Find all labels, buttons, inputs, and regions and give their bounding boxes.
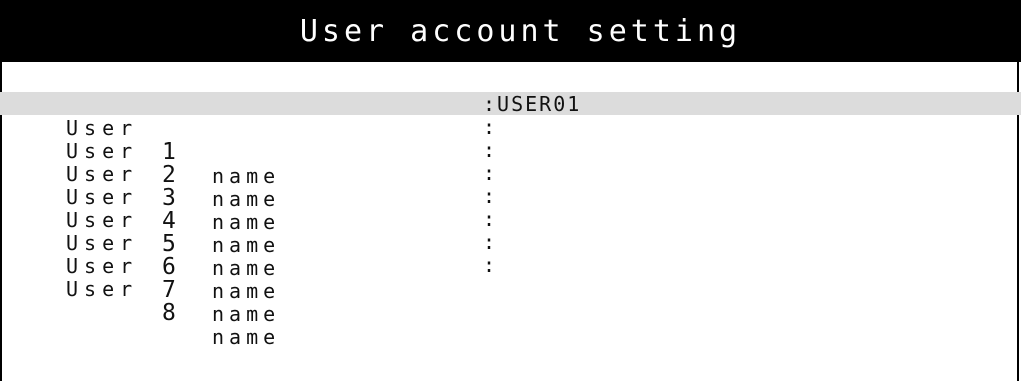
user-row-label: User 4 name (66, 161, 275, 257)
user-row-label: User 2 name (66, 115, 275, 211)
user-name-value[interactable]: :USER01 (483, 92, 581, 116)
user-row-label: User 3 name (66, 138, 275, 234)
user-number: 7 (162, 277, 176, 303)
user-row-label: User 7 name (66, 230, 275, 326)
name-word: name (212, 325, 281, 349)
user-name-value[interactable]: : (483, 161, 497, 185)
user-word: User (66, 277, 139, 301)
user-row-4[interactable]: User 4 name : (0, 161, 1021, 257)
user-number: 8 (162, 300, 176, 326)
user-row-6[interactable]: User 6 name : (0, 207, 1021, 303)
user-row-3[interactable]: User 3 name : (0, 138, 1021, 234)
name-word: name (212, 302, 281, 326)
user-name-value[interactable]: : (483, 184, 497, 208)
user-row-label: User 8 name (66, 253, 275, 349)
user-row-8[interactable]: User 8 name : (0, 253, 1021, 349)
user-name-value[interactable]: : (483, 253, 497, 277)
user-row-label: User 5 name (66, 184, 275, 280)
user-row-5[interactable]: User 5 name : (0, 184, 1021, 280)
user-row-7[interactable]: User 7 name : (0, 230, 1021, 326)
user-row-label: User 1 name (66, 92, 275, 188)
user-name-value[interactable]: : (483, 115, 497, 139)
user-row-2[interactable]: User 2 name : (0, 115, 1021, 211)
user-row-1[interactable]: User 1 name :USER01 (0, 92, 1021, 188)
user-name-value[interactable]: : (483, 230, 497, 254)
user-row-label: User 6 name (66, 207, 275, 303)
name-word: name (212, 279, 281, 303)
user-name-value[interactable]: : (483, 207, 497, 231)
user-name-list: User 1 name :USER01 User 2 name : User 3… (0, 92, 1021, 349)
title-bar: User account setting (0, 0, 1021, 62)
page-title: User account setting (299, 13, 742, 49)
user-name-value[interactable]: : (483, 138, 497, 162)
